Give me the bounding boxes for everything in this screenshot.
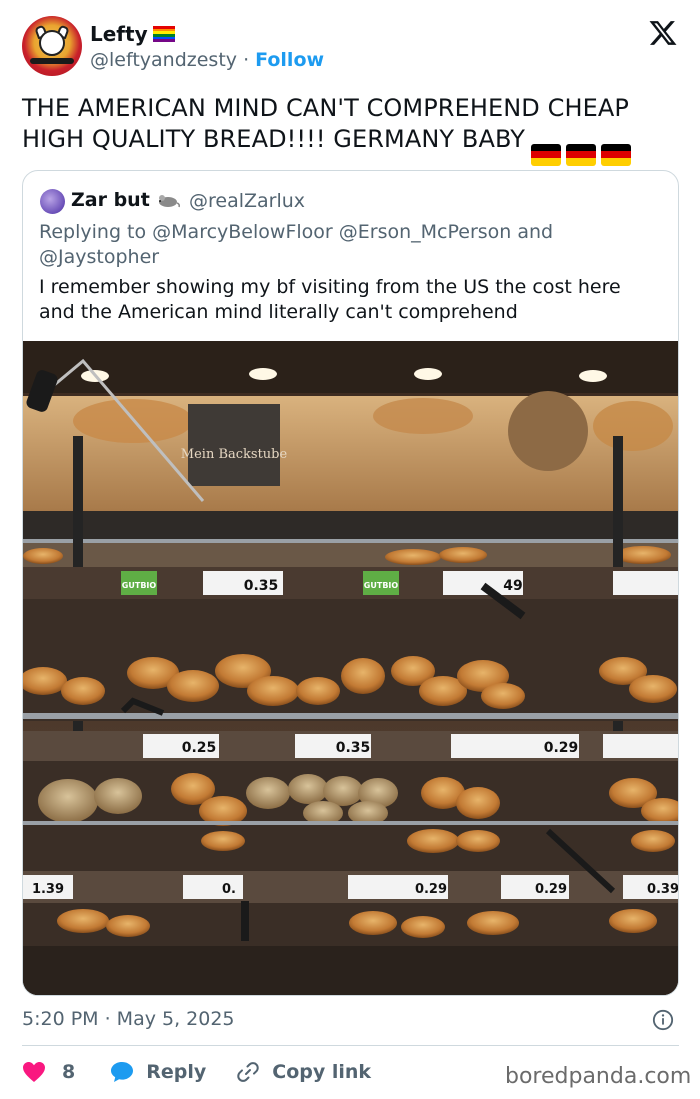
site-watermark: boredpanda.com bbox=[505, 1064, 692, 1089]
pride-flag-icon bbox=[153, 26, 175, 43]
reply-label: Reply bbox=[146, 1061, 207, 1083]
quoted-display-name[interactable]: Zar but bbox=[71, 189, 150, 211]
like-count: 8 bbox=[62, 1061, 76, 1083]
price-tag: 0. bbox=[222, 882, 236, 897]
x-logo-icon[interactable] bbox=[648, 18, 678, 48]
action-divider bbox=[22, 1045, 679, 1046]
price-tag: 0.29 bbox=[544, 740, 579, 756]
link-icon bbox=[237, 1062, 259, 1082]
price-tag: 0.29 bbox=[535, 882, 567, 897]
german-flag-emojis bbox=[531, 143, 631, 166]
info-icon[interactable] bbox=[652, 1009, 674, 1031]
quoted-handle[interactable]: @realZarlux bbox=[189, 190, 305, 212]
german-flag-icon bbox=[601, 143, 631, 166]
author-display-name[interactable]: Lefty bbox=[90, 22, 148, 46]
price-tag: 0.35 bbox=[244, 578, 279, 594]
store-sign-text: Mein Backstube bbox=[181, 447, 288, 462]
price-tag: 0.25 bbox=[182, 740, 217, 756]
price-tag: 1.39 bbox=[32, 882, 64, 897]
action-bar: 8 Reply Copy link bbox=[22, 1059, 371, 1085]
quoted-avatar[interactable] bbox=[40, 189, 65, 214]
price-tag: 0.39 bbox=[647, 882, 678, 897]
copy-link-label: Copy link bbox=[272, 1061, 372, 1083]
reply-button[interactable]: Reply bbox=[110, 1061, 206, 1083]
quoted-text: I remember showing my bf visiting from t… bbox=[39, 276, 621, 323]
bakery-photo-illustration: Mein Backstube 0.35 GUTBIO GUTBIO 49 0.2… bbox=[23, 341, 678, 995]
follow-button[interactable]: Follow bbox=[255, 49, 324, 71]
price-tag: 49 bbox=[503, 578, 522, 594]
tweet-text: THE AMERICAN MIND CAN'T COMPREHEND CHEAP… bbox=[22, 93, 682, 166]
reply-context: Replying to @MarcyBelowFloor @Erson_McPe… bbox=[39, 221, 554, 268]
mouse-emoji-icon bbox=[156, 192, 180, 212]
german-flag-icon bbox=[566, 143, 596, 166]
price-tag: 0.35 bbox=[336, 740, 371, 756]
author-avatar[interactable] bbox=[22, 16, 82, 76]
tweet-timestamp[interactable]: 5:20 PM · May 5, 2025 bbox=[22, 1008, 235, 1030]
bakery-shelf-photo[interactable]: Mein Backstube 0.35 GUTBIO GUTBIO 49 0.2… bbox=[23, 341, 678, 995]
heart-icon bbox=[23, 1062, 45, 1082]
author-handle-line: @leftyandzesty · Follow bbox=[90, 49, 324, 71]
like-button[interactable]: 8 bbox=[22, 1061, 75, 1083]
brand-label: GUTBIO bbox=[122, 581, 157, 590]
copy-link-button[interactable]: Copy link bbox=[236, 1060, 371, 1084]
price-tag: 0.29 bbox=[415, 882, 447, 897]
quoted-tweet[interactable]: Zar but @realZarlux Replying to @MarcyBe… bbox=[22, 170, 679, 996]
handle-separator: · bbox=[237, 49, 256, 71]
tweet-card: Lefty @leftyandzesty · Follow THE AMERIC… bbox=[0, 0, 700, 1099]
brand-label: GUTBIO bbox=[364, 581, 399, 590]
author-handle[interactable]: @leftyandzesty bbox=[90, 49, 237, 71]
german-flag-icon bbox=[531, 143, 561, 166]
reply-bubble-icon bbox=[111, 1062, 134, 1082]
